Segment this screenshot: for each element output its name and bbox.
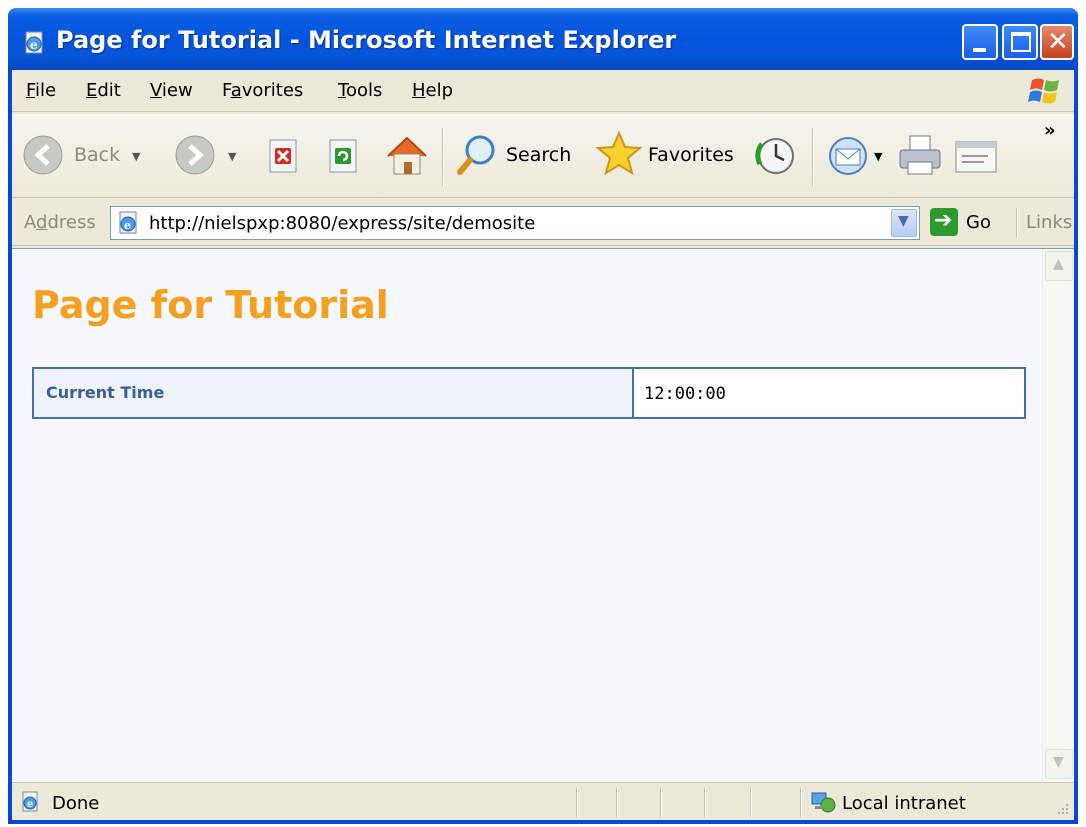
mail-icon (829, 137, 867, 175)
status-pane-divider (704, 787, 706, 817)
window-title: Page for Tutorial - Microsoft Internet E… (56, 26, 677, 54)
back-dropdown-icon[interactable]: ▼ (132, 150, 140, 163)
status-bar: e Done Local intranet (12, 782, 1074, 820)
links-button[interactable]: Links (1026, 212, 1072, 233)
go-arrow-icon: ➔ (934, 208, 953, 233)
status-pane-divider (750, 787, 752, 817)
ie-page-icon: e (119, 211, 137, 234)
go-button[interactable]: ➔ (930, 208, 958, 236)
svg-text:e: e (27, 799, 33, 810)
browser-window: e Page for Tutorial - Microsoft Internet… (8, 8, 1078, 824)
scroll-up-button[interactable]: ▲ (1045, 251, 1073, 281)
menu-view[interactable]: View (150, 80, 193, 101)
maximize-icon (1011, 32, 1031, 52)
local-intranet-icon (811, 792, 836, 813)
search-icon (457, 135, 495, 175)
table-label-cell: Current Time (34, 369, 634, 417)
minimize-button[interactable] (962, 24, 998, 60)
stop-icon[interactable] (266, 138, 302, 176)
home-icon[interactable] (384, 134, 430, 178)
page-content: Page for Tutorial Current Time 12:00:00 … (12, 248, 1074, 783)
forward-button[interactable]: ▼ (174, 134, 244, 178)
client-area: File Edit View Favorites Tools Help Back (12, 70, 1074, 820)
back-arrow-icon (23, 135, 63, 175)
refresh-icon[interactable] (326, 138, 362, 176)
mail-dropdown-icon[interactable]: ▼ (874, 150, 882, 163)
address-bar: Address e http://nielspxp:8080/express/s… (12, 200, 1074, 246)
svg-text:e: e (124, 219, 131, 232)
ie-page-icon: e (22, 791, 38, 812)
close-button[interactable]: ✕ (1040, 24, 1074, 60)
print-icon[interactable] (896, 132, 946, 178)
windows-logo-icon (1028, 78, 1059, 104)
title-bar[interactable]: e Page for Tutorial - Microsoft Internet… (8, 8, 1078, 70)
toolbar-separator (812, 128, 814, 186)
resize-grip-icon[interactable] (1056, 802, 1070, 816)
menu-help[interactable]: Help (412, 80, 453, 101)
status-text: Done (52, 793, 100, 814)
status-pane-divider (660, 787, 662, 817)
standard-toolbar: Back ▼ ▼ Search Favorites ▼ » (12, 114, 1074, 198)
address-input[interactable]: e http://nielspxp:8080/express/site/demo… (110, 206, 920, 240)
info-table: Current Time 12:00:00 (32, 367, 1026, 419)
table-value-cell: 12:00:00 (644, 384, 726, 404)
toolbar-separator (442, 128, 444, 186)
scroll-down-button[interactable]: ▼ (1045, 749, 1073, 779)
favorites-star-icon (596, 130, 642, 176)
status-pane-divider (800, 787, 802, 817)
go-label[interactable]: Go (966, 212, 991, 233)
page-title: Page for Tutorial (32, 283, 389, 327)
maximize-button[interactable] (1002, 24, 1038, 60)
links-separator (1016, 208, 1018, 238)
ie-page-icon: e (25, 31, 43, 54)
status-pane-divider (576, 787, 578, 817)
minimize-icon (973, 48, 986, 52)
search-button[interactable]: Search (456, 132, 580, 178)
scroll-down-icon: ▼ (1053, 754, 1064, 770)
address-label: Address (24, 212, 96, 233)
forward-arrow-icon (175, 135, 215, 175)
back-button[interactable]: Back ▼ (22, 134, 142, 178)
toolbar-overflow-chevron[interactable]: » (1044, 120, 1056, 141)
scroll-up-icon: ▲ (1053, 256, 1064, 272)
menu-file[interactable]: File (26, 80, 56, 101)
vertical-scrollbar[interactable]: ▲ ▼ (1042, 249, 1074, 783)
forward-dropdown-icon[interactable]: ▼ (228, 150, 236, 163)
menu-edit[interactable]: Edit (86, 80, 121, 101)
address-dropdown-button[interactable]: ▼ (891, 209, 917, 237)
close-icon: ✕ (1047, 27, 1069, 57)
menu-favorites[interactable]: Favorites (222, 80, 303, 101)
mail-button[interactable]: ▼ (826, 136, 888, 178)
address-url: http://nielspxp:8080/express/site/demosi… (149, 213, 536, 234)
chevron-down-icon: ▼ (898, 213, 909, 229)
status-pane-divider (616, 787, 618, 817)
edit-icon[interactable] (954, 138, 998, 176)
security-zone-label: Local intranet (842, 793, 966, 814)
favorites-button[interactable]: Favorites (596, 130, 736, 178)
history-icon[interactable] (754, 134, 798, 178)
menu-bar: File Edit View Favorites Tools Help (12, 70, 1074, 112)
svg-text:e: e (30, 38, 38, 52)
menu-tools[interactable]: Tools (338, 80, 382, 101)
